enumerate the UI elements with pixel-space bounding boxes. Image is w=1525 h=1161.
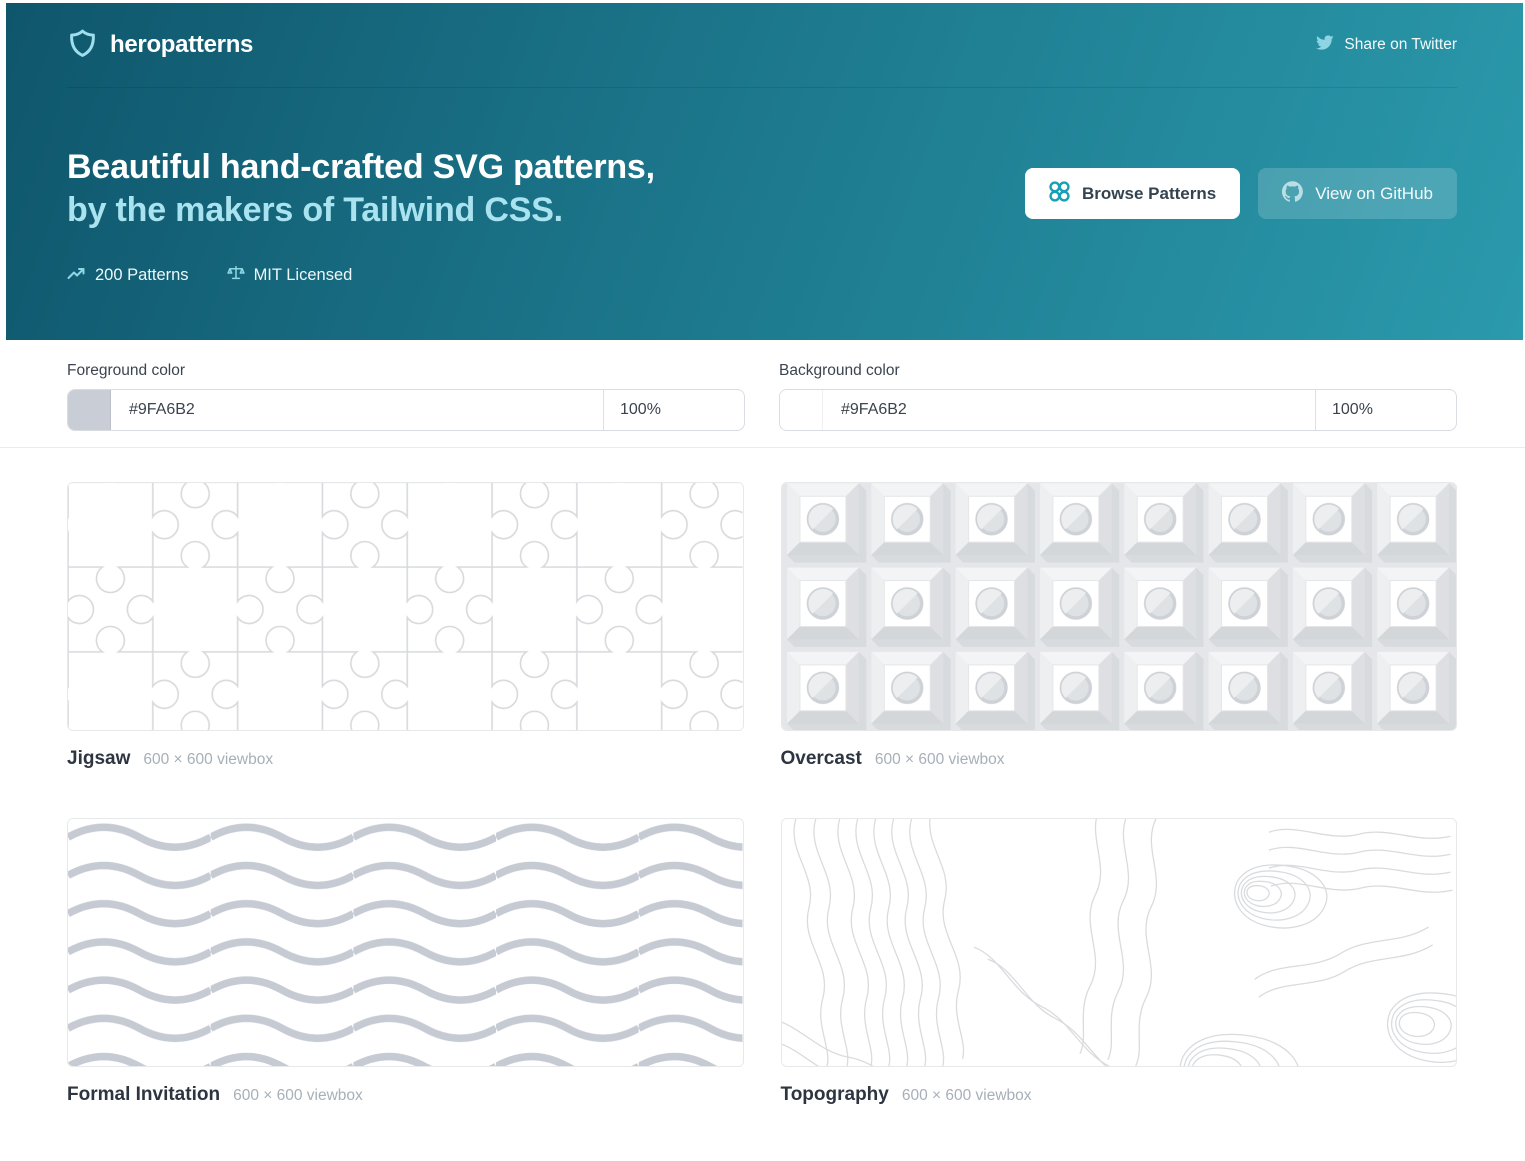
pattern-cell-jigsaw: Jigsaw 600 × 600 viewbox (67, 482, 744, 770)
pattern-icon (1049, 181, 1070, 207)
stat-license: MIT Licensed (227, 264, 353, 287)
background-hex-input[interactable] (823, 390, 1315, 430)
stat-label: MIT Licensed (254, 266, 353, 285)
background-color-label: Background color (779, 362, 1457, 380)
logo-text: heropatterns (110, 31, 253, 59)
pattern-cell-overcast: Overcast 600 × 600 viewbox (781, 482, 1458, 770)
pattern-name: Formal Invitation (67, 1084, 220, 1106)
pattern-cell-formal-invitation: Formal Invitation 600 × 600 viewbox (67, 818, 744, 1106)
topography-pattern-preview[interactable] (781, 818, 1458, 1067)
foreground-color-label: Foreground color (67, 362, 745, 380)
trending-up-icon (67, 265, 86, 286)
pattern-caption: Jigsaw 600 × 600 viewbox (67, 748, 744, 770)
share-label: Share on Twitter (1344, 36, 1457, 54)
browse-patterns-button[interactable]: Browse Patterns (1025, 168, 1240, 219)
background-input-group (779, 389, 1457, 431)
foreground-opacity-input[interactable] (603, 390, 744, 430)
color-controls: Foreground color Background color (0, 340, 1525, 431)
browse-patterns-label: Browse Patterns (1082, 184, 1216, 204)
foreground-input-group (67, 389, 745, 431)
shield-icon (67, 28, 98, 62)
scales-icon (227, 264, 245, 287)
background-color-swatch[interactable] (780, 390, 823, 430)
pattern-caption: Overcast 600 × 600 viewbox (781, 748, 1458, 770)
github-icon (1282, 181, 1303, 207)
twitter-icon (1315, 35, 1334, 56)
view-on-github-button[interactable]: View on GitHub (1258, 168, 1457, 219)
pattern-cell-topography: Topography 600 × 600 viewbox (781, 818, 1458, 1106)
logo[interactable]: heropatterns (67, 28, 253, 62)
pattern-name: Overcast (781, 748, 862, 770)
page-title: Beautiful hand-crafted SVG patterns, by … (67, 146, 655, 232)
foreground-color-control: Foreground color (67, 362, 745, 431)
overcast-pattern-preview[interactable] (781, 482, 1458, 731)
background-color-control: Background color (779, 362, 1457, 431)
pattern-viewbox: 600 × 600 viewbox (143, 751, 273, 769)
pattern-caption: Topography 600 × 600 viewbox (781, 1084, 1458, 1106)
pattern-viewbox: 600 × 600 viewbox (233, 1087, 363, 1105)
pattern-grid: Jigsaw 600 × 600 viewbox (0, 448, 1525, 1154)
share-on-twitter-link[interactable]: Share on Twitter (1315, 35, 1457, 56)
hero-buttons: Browse Patterns View on GitHub (1025, 168, 1457, 219)
stats-row: 200 Patterns MIT Licensed (67, 264, 655, 287)
background-opacity-input[interactable] (1315, 390, 1456, 430)
stat-patterns-count: 200 Patterns (67, 265, 189, 286)
hero-left: Beautiful hand-crafted SVG patterns, by … (67, 146, 655, 287)
jigsaw-pattern-preview[interactable] (67, 482, 744, 731)
pattern-viewbox: 600 × 600 viewbox (902, 1087, 1032, 1105)
stat-label: 200 Patterns (95, 266, 189, 285)
hero-section: Beautiful hand-crafted SVG patterns, by … (67, 88, 1457, 287)
foreground-hex-input[interactable] (111, 390, 603, 430)
view-on-github-label: View on GitHub (1315, 184, 1433, 204)
pattern-name: Topography (781, 1084, 889, 1106)
pattern-name: Jigsaw (67, 748, 130, 770)
headline-line2: by the makers of Tailwind CSS. (67, 189, 655, 232)
foreground-color-swatch[interactable] (68, 390, 111, 430)
pattern-caption: Formal Invitation 600 × 600 viewbox (67, 1084, 744, 1106)
formal-invitation-pattern-preview[interactable] (67, 818, 744, 1067)
headline-line1: Beautiful hand-crafted SVG patterns, (67, 146, 655, 189)
nav-bar: heropatterns Share on Twitter (67, 3, 1457, 88)
header: heropatterns Share on Twitter Beautiful … (6, 3, 1523, 340)
pattern-viewbox: 600 × 600 viewbox (875, 751, 1005, 769)
